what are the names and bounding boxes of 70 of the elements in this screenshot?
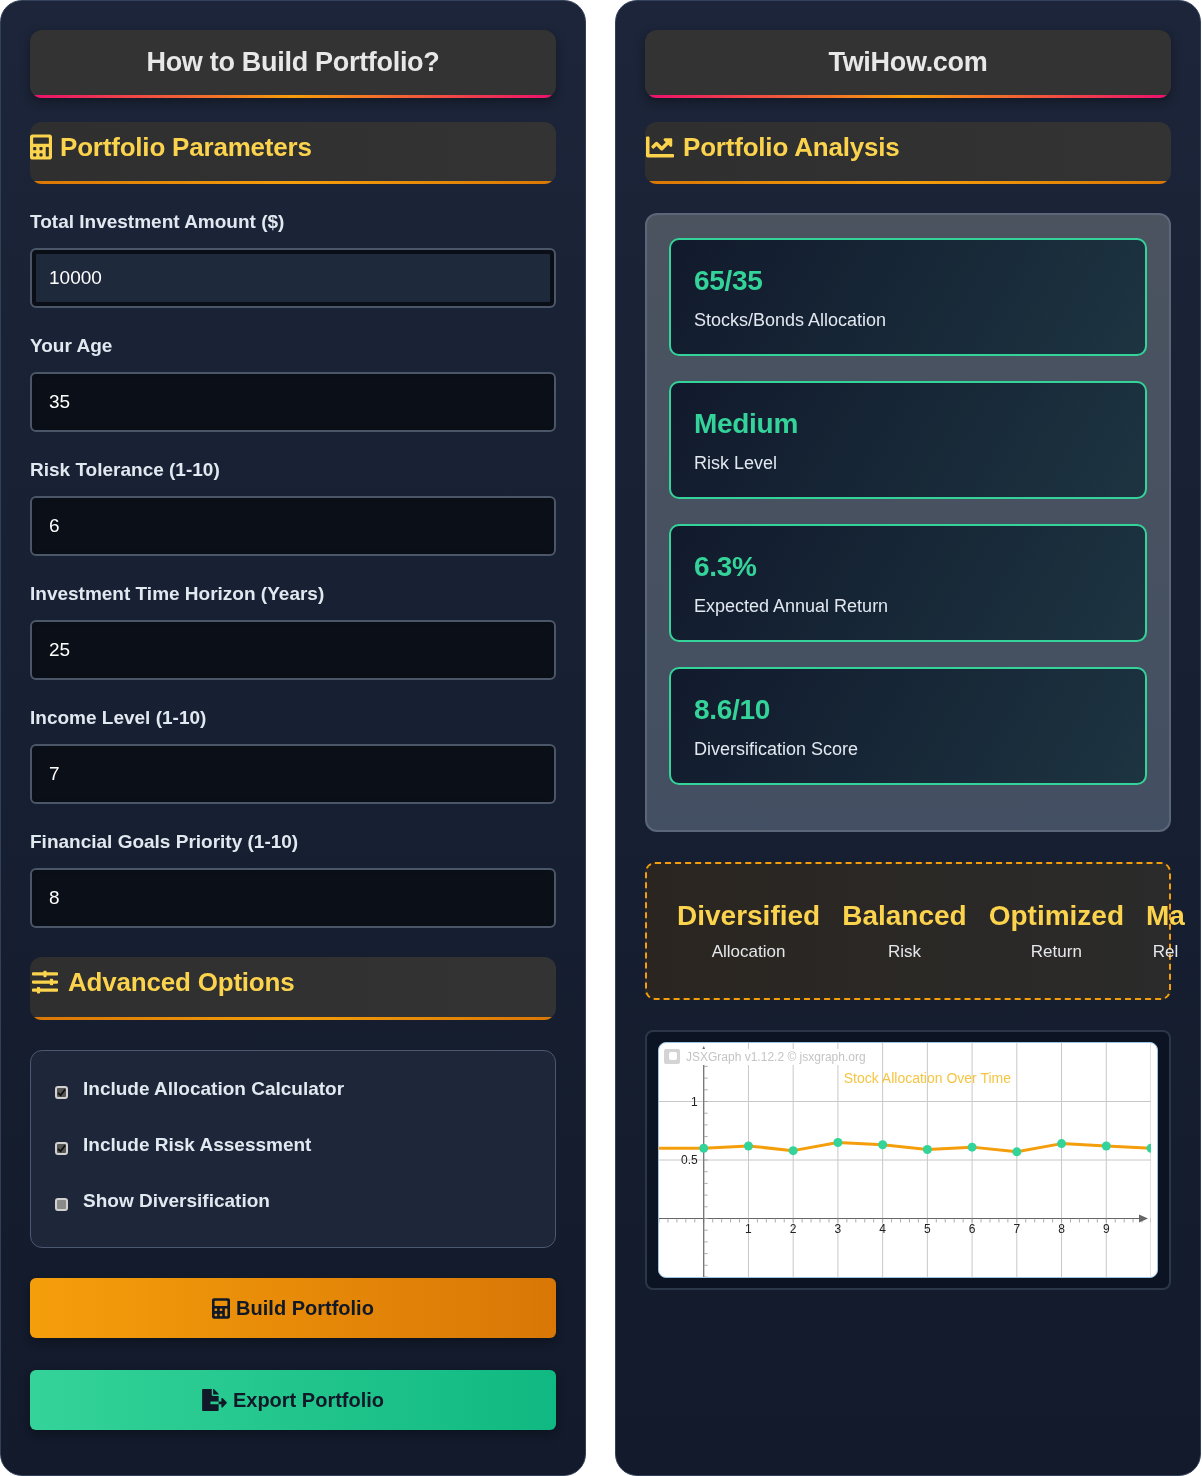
tick-label: 5 [924,1221,931,1236]
input-field[interactable]: 25 [30,620,556,680]
stat-label: Expected Annual Return [694,595,890,618]
export-portfolio-button[interactable]: Export Portfolio [30,1370,556,1430]
tick-label: 4 [879,1221,886,1236]
data-point [1057,1139,1067,1149]
stat-value: Medium [694,407,799,441]
tick-label: 2 [789,1221,797,1236]
tick-label: 7 [1013,1221,1021,1236]
tick-label: 1 [745,1221,752,1236]
data-point [699,1143,709,1153]
calculator-icon [212,1297,231,1319]
data-point [833,1137,843,1147]
section-heading: Portfolio Parameters [60,131,312,163]
calculator-icon [30,134,52,160]
field-label: Risk Tolerance (1-10) [30,458,221,482]
option-label: Include Allocation Calculator [83,1077,345,1101]
tick-label: 3 [834,1221,842,1236]
highlight-title: Optimized [988,899,1124,933]
stat-label: Diversification Score [694,738,860,761]
highlight-title: Diversified [677,899,821,933]
stat-value: 6.3% [694,550,758,584]
checkbox[interactable] [55,1142,68,1155]
field-label: Total Investment Amount ($) [30,210,286,234]
chart-credit: JSXGraph v1.12.2 © jsxgraph.org [686,1050,866,1064]
field-label: Investment Time Horizon (Years) [30,582,326,606]
tick-label: 1 [691,1094,698,1109]
input-field[interactable]: 10000 [30,248,556,308]
input-field[interactable]: 35 [30,372,556,432]
data-point [1012,1147,1022,1157]
data-point [788,1146,798,1156]
stat-label: Stocks/Bonds Allocation [694,309,888,332]
tick-label: 6 [968,1221,976,1236]
data-point [1146,1143,1151,1153]
highlight-subtitle: Allocation [711,941,786,963]
field-label: Your Age [30,334,114,358]
sliders-icon [30,969,60,995]
page-title: How to Build Portfolio? [146,46,440,78]
file-export-icon [201,1389,227,1411]
section-heading: Advanced Options [68,966,295,998]
option-label: Include Risk Assessment [83,1133,312,1157]
highlight-title: Ma [1146,899,1185,933]
input-field[interactable]: 8 [30,868,556,928]
data-point [743,1141,753,1151]
build-portfolio-button[interactable]: Build Portfolio [30,1278,556,1338]
data-point [878,1140,888,1150]
input-field[interactable]: 7 [30,744,556,804]
page-title: TwiHow.com [828,46,988,78]
checkbox[interactable] [55,1198,68,1211]
tick-label: 9 [1102,1221,1110,1236]
tick-label: 0.5 [681,1153,698,1167]
highlight-subtitle: Rel [1152,941,1179,963]
section-heading: Portfolio Analysis [683,131,900,163]
stat-label: Risk Level [694,452,779,475]
option-label: Show Diversification [83,1189,270,1213]
stat-value: 65/35 [694,264,764,298]
data-point [922,1144,932,1154]
tick-label: 8 [1058,1221,1065,1236]
input-field[interactable]: 6 [30,496,556,556]
data-point [1101,1141,1111,1151]
highlight-subtitle: Return [1030,941,1082,963]
highlight-title: Balanced [842,899,967,933]
data-point [967,1142,977,1152]
field-label: Income Level (1-10) [30,706,208,730]
stat-value: 8.6/10 [694,693,772,727]
checkbox[interactable] [55,1086,68,1099]
chart-title: Stock Allocation Over Time [843,1070,1011,1086]
logo-icon [664,1049,680,1064]
field-label: Financial Goals Priority (1-10) [30,830,300,854]
highlight-subtitle: Risk [887,941,921,963]
